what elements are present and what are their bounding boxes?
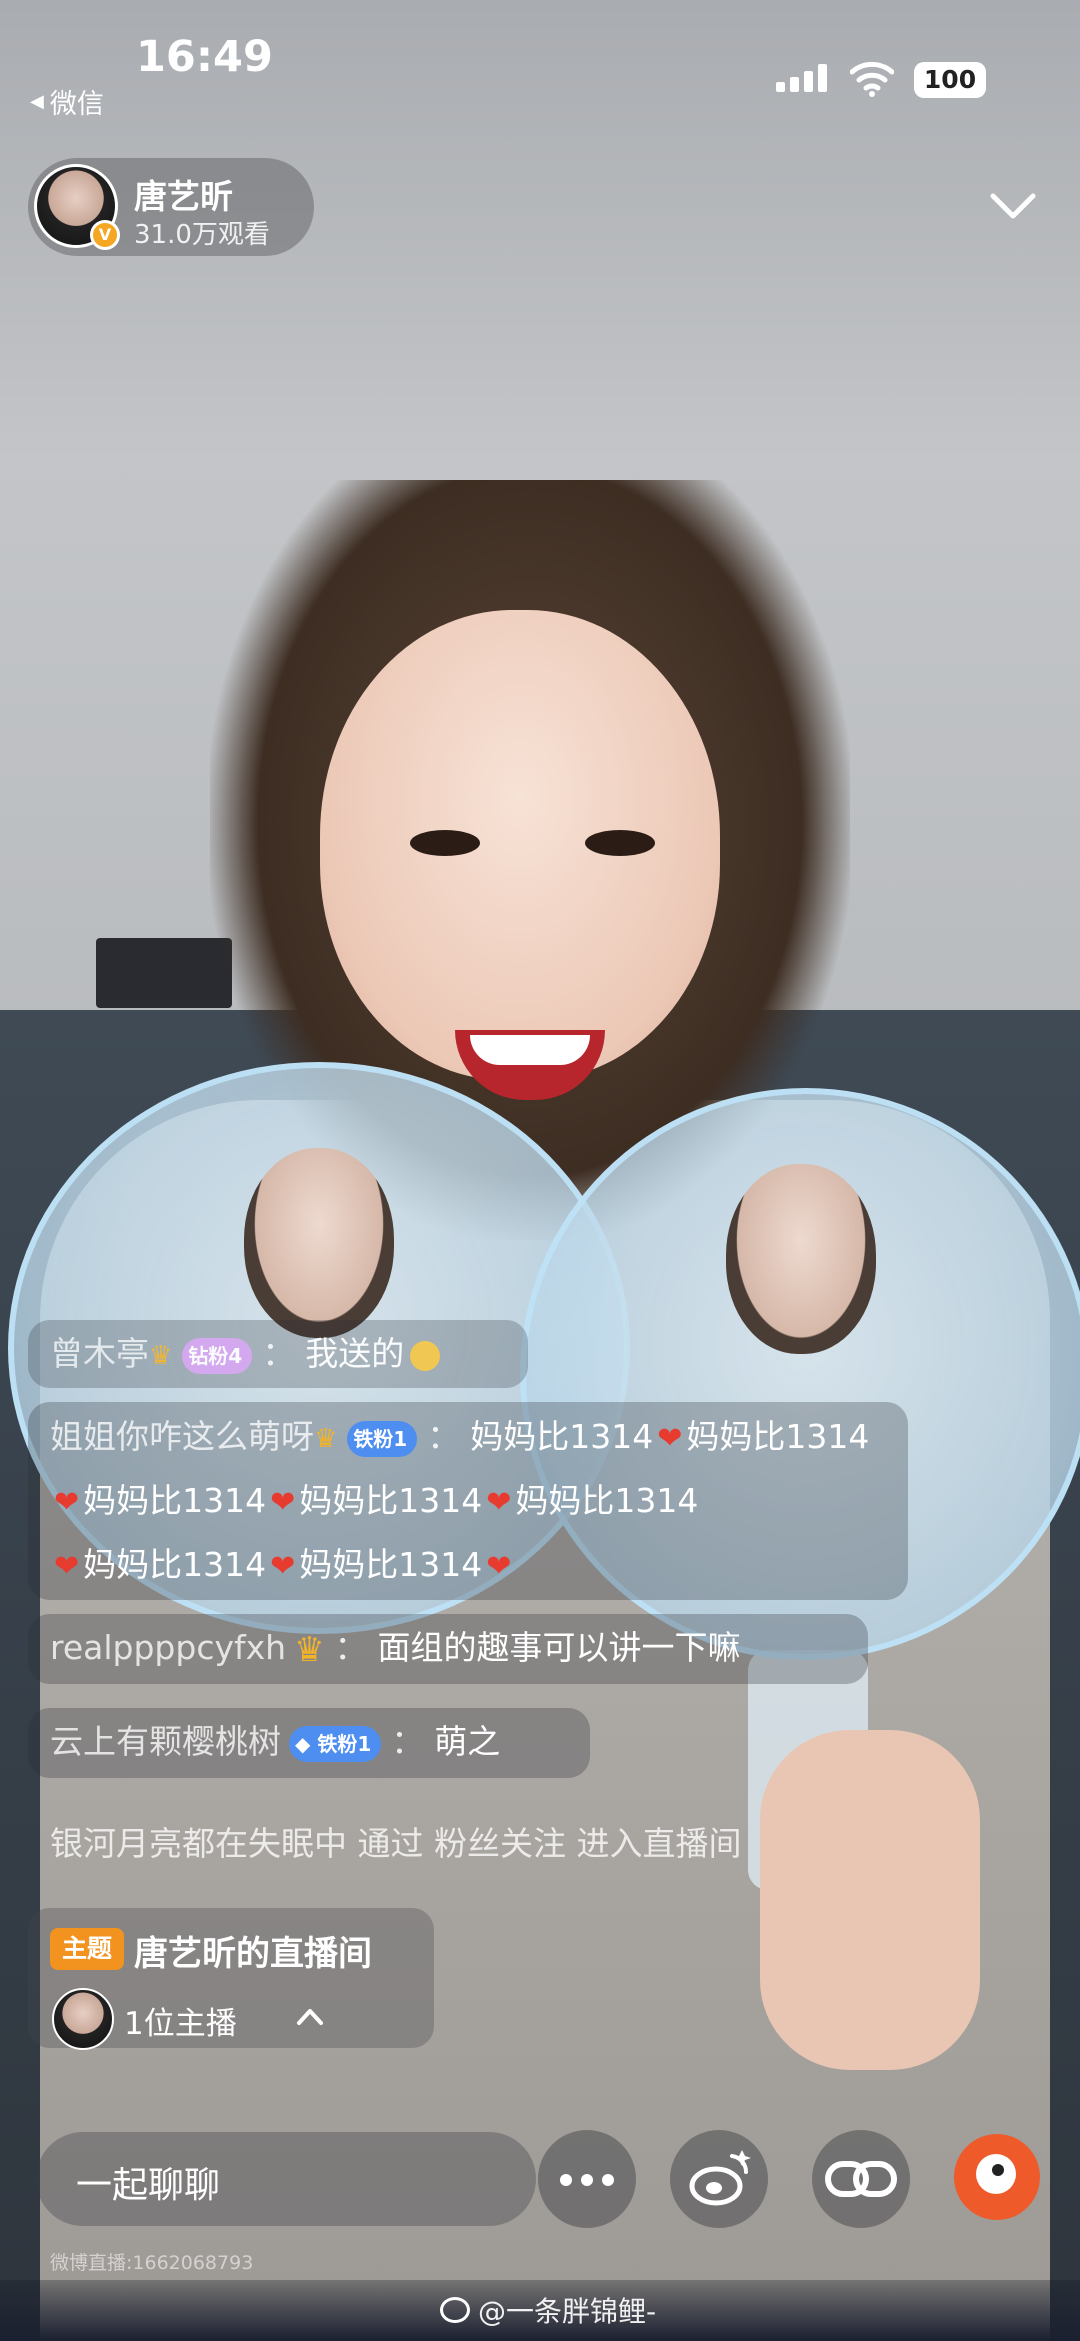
heart-icon: ❤ bbox=[270, 1485, 296, 1520]
comment-text-segment: 妈妈比1314 bbox=[470, 1417, 654, 1456]
dot-icon bbox=[581, 2174, 593, 2186]
chat-input[interactable]: 一起聊聊 bbox=[36, 2132, 536, 2226]
comment-item[interactable]: 曾木亭♛ 钻粉4：我送的 bbox=[28, 1320, 528, 1388]
heart-icon: ❤ bbox=[657, 1421, 683, 1456]
status-time: 16:49 bbox=[136, 32, 273, 82]
comment-separator: ： bbox=[334, 1628, 368, 1667]
comment-username[interactable]: 曾木亭 bbox=[50, 1334, 149, 1373]
fan-portrait-right bbox=[726, 1164, 876, 1354]
comment-text: 面组的趣事可以讲一下嘛 bbox=[377, 1628, 741, 1667]
comment-text: 萌之 bbox=[434, 1722, 501, 1761]
fan-level-badge: 铁粉1 bbox=[347, 1420, 418, 1457]
comment-text-segment: 妈妈比1314 bbox=[299, 1481, 483, 1520]
streamer-teeth bbox=[470, 1035, 590, 1065]
fan-level-badge: 钻粉4 bbox=[182, 1337, 253, 1374]
sunny-mascot-eye bbox=[992, 2164, 1004, 2176]
weibo-icon bbox=[689, 2150, 751, 2206]
heart-icon: ❤ bbox=[270, 1549, 296, 1584]
comment-username[interactable]: 姐姐你咋这么萌呀 bbox=[50, 1417, 314, 1456]
streamer-face bbox=[320, 610, 720, 1080]
comment-separator: ： bbox=[391, 1722, 425, 1761]
comment-text-segment: 妈妈比1314 bbox=[515, 1481, 699, 1520]
back-app-label: 微信 bbox=[49, 89, 104, 120]
heart-icon: ❤ bbox=[54, 1485, 80, 1520]
more-options-button[interactable] bbox=[538, 2130, 636, 2228]
crown-icon: ♛ bbox=[294, 1629, 325, 1670]
streamer-eye-left bbox=[410, 830, 480, 856]
back-triangle-icon: ◀ bbox=[30, 91, 44, 112]
host-info-pill[interactable]: V 唐艺昕 31.0万观看 bbox=[28, 158, 314, 256]
chevron-down-icon[interactable] bbox=[990, 192, 1036, 222]
wifi-icon bbox=[850, 61, 894, 97]
battery-indicator: 100 bbox=[914, 62, 986, 98]
dot-icon bbox=[560, 2174, 572, 2186]
streamer-eye-right bbox=[585, 830, 655, 856]
weibo-share-button[interactable] bbox=[670, 2130, 768, 2228]
cellular-signal-icon bbox=[776, 64, 830, 92]
verified-badge-icon: V bbox=[90, 220, 120, 250]
comment-separator: ： bbox=[427, 1417, 461, 1456]
system-join-notice: 银河月亮都在失眠中 通过 粉丝关注 进入直播间 bbox=[28, 1810, 888, 1880]
sunny-mascot-button[interactable] bbox=[950, 2130, 1048, 2228]
anchor-avatar[interactable] bbox=[52, 1988, 114, 2050]
streamer-hand bbox=[760, 1730, 980, 2070]
back-to-app-link[interactable]: ◀ 微信 bbox=[30, 82, 104, 121]
fan-portrait-left bbox=[244, 1148, 394, 1338]
host-name: 唐艺昕 bbox=[134, 177, 233, 216]
fan-level-badge-diamond: ◆ 铁粉1 bbox=[289, 1725, 382, 1762]
comment-item[interactable]: realppppcyfxh ♛：面组的趣事可以讲一下嘛 bbox=[28, 1614, 868, 1684]
comment-item[interactable]: 姐姐你咋这么萌呀♛ 铁粉1：妈妈比1314 ❤ 妈妈比1314❤ 妈妈比1314 ❤ 妈妈比… bbox=[28, 1402, 908, 1600]
live-room-id: 微博直播:1662068793 bbox=[50, 2252, 254, 2274]
chevron-up-icon[interactable] bbox=[296, 2006, 324, 2026]
comment-separator: ： bbox=[262, 1334, 296, 1373]
fan-level-badge-label: 铁粉1 bbox=[317, 1731, 372, 1756]
chat-input-placeholder: 一起聊聊 bbox=[76, 2165, 221, 2206]
comment-text-segment: 妈妈比1314 bbox=[83, 1481, 267, 1520]
join-notice-text: 银河月亮都在失眠中 通过 粉丝关注 进入直播间 bbox=[50, 1824, 742, 1863]
crown-icon: ♛ bbox=[149, 1340, 173, 1371]
comment-text-segment: 妈妈比1314 bbox=[686, 1417, 870, 1456]
dot-icon bbox=[602, 2174, 614, 2186]
heart-icon: ❤ bbox=[486, 1485, 512, 1520]
heart-icon: ❤ bbox=[486, 1549, 512, 1584]
comment-text: 我送的 bbox=[305, 1334, 405, 1373]
laughing-emoji-icon bbox=[410, 1340, 441, 1371]
viewer-count: 31.0万观看 bbox=[134, 220, 270, 250]
topic-title: 唐艺昕的直播间 bbox=[134, 1934, 372, 1974]
link-button[interactable] bbox=[812, 2130, 910, 2228]
topic-tag: 主题 bbox=[50, 1928, 125, 1970]
crown-icon: ♛ bbox=[314, 1423, 338, 1454]
comment-text-segment: 妈妈比1314 bbox=[83, 1545, 267, 1584]
link-icon bbox=[825, 2161, 897, 2197]
comment-text-segment: 妈妈比1314 bbox=[299, 1545, 483, 1584]
weibo-logo-icon bbox=[440, 2297, 470, 2323]
watermark-text: @一条胖锦鲤- bbox=[478, 2295, 657, 2328]
anchor-count: 1位主播 bbox=[124, 2006, 237, 2042]
weibo-watermark: @一条胖锦鲤- bbox=[440, 2290, 656, 2330]
comment-item[interactable]: 云上有颗樱桃树 ◆ 铁粉1：萌之 bbox=[28, 1708, 590, 1778]
comment-username[interactable]: realppppcyfxh bbox=[50, 1628, 286, 1667]
comment-username[interactable]: 云上有颗樱桃树 bbox=[50, 1722, 281, 1761]
heart-icon: ❤ bbox=[54, 1549, 80, 1584]
live-room-topic-panel[interactable]: 主题 唐艺昕的直播间 1位主播 bbox=[28, 1908, 434, 2050]
